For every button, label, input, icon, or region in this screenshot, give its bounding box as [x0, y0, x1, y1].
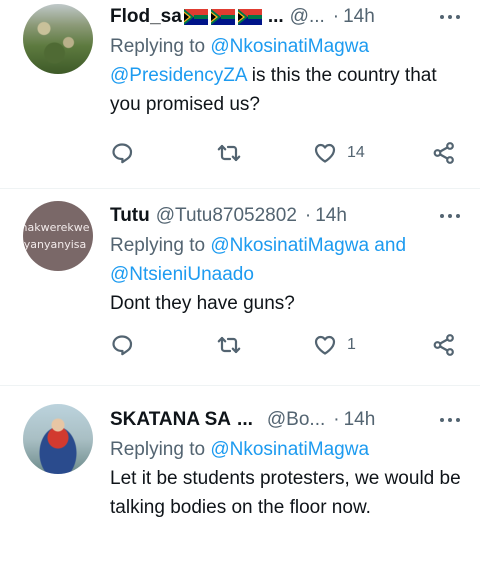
- tweet[interactable]: Flod_sa ... @... · 14h Replying to @Nkos…: [0, 0, 480, 189]
- like-button[interactable]: 14: [313, 141, 365, 165]
- south-africa-flag-icon: [237, 9, 262, 25]
- replying-label: Replying to: [110, 36, 211, 57]
- avatar-text: hakwerekwe: [23, 221, 90, 234]
- mention-link[interactable]: @PresidencyZA: [110, 65, 247, 86]
- tweet-header: SKATANA SA ... @Bo... · 14h: [110, 407, 462, 433]
- like-count: 1: [347, 336, 356, 353]
- like-icon: [314, 143, 336, 163]
- replying-label: Replying to: [110, 235, 211, 256]
- avatar[interactable]: [23, 404, 93, 474]
- separator-dot: ·: [304, 205, 312, 226]
- share-button[interactable]: [432, 141, 456, 165]
- user-handle[interactable]: @...: [290, 6, 325, 28]
- reply-button[interactable]: [110, 141, 134, 165]
- mention-link[interactable]: @NkosinatiMagwa: [210, 439, 369, 460]
- mention-link[interactable]: @NtsieniUnaado: [110, 264, 254, 285]
- tweet-body: Dont they have guns?: [110, 293, 295, 314]
- retweet-button[interactable]: [217, 333, 241, 357]
- avatar-text: yanyanyisa: [23, 238, 87, 251]
- timestamp[interactable]: 14h: [344, 409, 376, 431]
- reply-icon: [112, 143, 133, 164]
- reply-button[interactable]: [110, 333, 134, 357]
- share-icon: [433, 142, 454, 164]
- user-handle[interactable]: @Tutu87052802: [156, 205, 297, 227]
- tweet-text: @PresidencyZA is this the country that y…: [110, 61, 462, 119]
- more-icon[interactable]: [438, 410, 462, 430]
- mention-link[interactable]: @NkosinatiMagwa: [210, 36, 369, 57]
- tweet[interactable]: hakwerekwe yanyanyisa Tutu @Tutu87052802…: [0, 189, 480, 386]
- more-icon[interactable]: [438, 7, 462, 27]
- tweet-body: Let it be students protesters, we would …: [110, 468, 461, 518]
- replying-to: Replying to @NkosinatiMagwa: [110, 32, 462, 61]
- name-ellipsis: ...: [267, 6, 284, 27]
- more-icon[interactable]: [438, 206, 462, 226]
- tweet-content: SKATANA SA ... @Bo... · 14h Replying to …: [110, 407, 462, 522]
- separator-dot: ·: [332, 6, 340, 27]
- reply-icon: [112, 335, 133, 356]
- replying-joiner: and: [369, 235, 407, 256]
- flag-emojis: [183, 9, 262, 25]
- like-count: 14: [347, 144, 365, 161]
- avatar[interactable]: [23, 4, 93, 74]
- replying-label: Replying to: [110, 439, 211, 460]
- timestamp[interactable]: 14h: [343, 6, 375, 28]
- user-handle[interactable]: @Bo...: [267, 409, 325, 431]
- display-name[interactable]: SKATANA SA: [110, 409, 231, 431]
- tweet[interactable]: SKATANA SA ... @Bo... · 14h Replying to …: [0, 386, 480, 563]
- retweet-icon: [217, 336, 241, 354]
- share-icon: [433, 334, 454, 356]
- south-africa-flag-icon: [183, 9, 208, 25]
- tweet-header: Tutu @Tutu87052802 · 14h: [110, 203, 462, 229]
- like-icon: [314, 335, 336, 355]
- display-name[interactable]: Flod_sa: [110, 6, 182, 28]
- tweet-header: Flod_sa ... @... · 14h: [110, 4, 462, 30]
- mention-link[interactable]: @NkosinatiMagwa: [210, 235, 369, 256]
- avatar[interactable]: hakwerekwe yanyanyisa: [23, 201, 93, 271]
- timestamp[interactable]: 14h: [315, 205, 347, 227]
- tweet-actions: 1: [110, 333, 456, 357]
- replying-to: Replying to @NkosinatiMagwa and @Ntsieni…: [110, 231, 462, 289]
- tweet-content: Tutu @Tutu87052802 · 14h Replying to @Nk…: [110, 203, 462, 318]
- tweet-actions: 14: [110, 141, 456, 165]
- tweet-content: Flod_sa ... @... · 14h Replying to @Nkos…: [110, 4, 462, 119]
- replying-to: Replying to @NkosinatiMagwa: [110, 435, 462, 464]
- retweet-icon: [217, 144, 241, 162]
- display-name[interactable]: Tutu: [110, 205, 150, 227]
- name-ellipsis: ...: [237, 409, 253, 430]
- south-africa-flag-icon: [210, 9, 235, 25]
- like-button[interactable]: 1: [313, 333, 356, 357]
- separator-dot: ·: [333, 409, 340, 430]
- retweet-button[interactable]: [217, 141, 241, 165]
- share-button[interactable]: [432, 333, 456, 357]
